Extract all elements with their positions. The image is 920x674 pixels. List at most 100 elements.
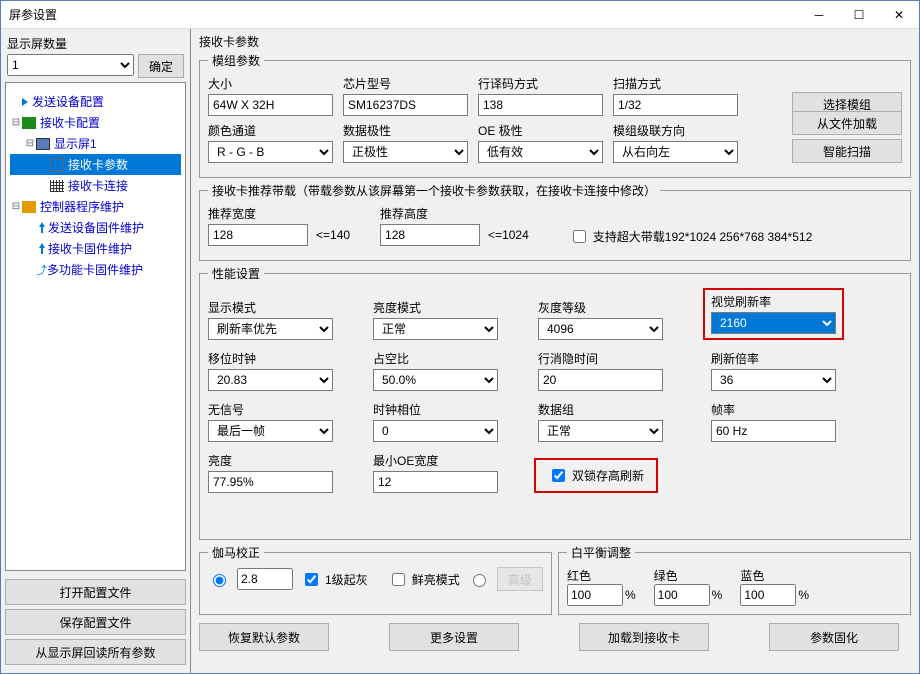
load-to-card-button[interactable]: 加载到接收卡: [579, 623, 709, 651]
titlebar: 屏参设置 ─ ☐ ✕: [1, 1, 919, 29]
rec-h-input[interactable]: [380, 224, 480, 246]
confirm-button[interactable]: 确定: [138, 54, 184, 78]
chip-field: [343, 94, 468, 116]
minoe-label: 最小OE宽度: [373, 452, 498, 469]
scan-label: 扫描方式: [613, 75, 738, 92]
upload-icon: [36, 243, 48, 255]
wb-b-input[interactable]: [740, 584, 796, 606]
perf-legend: 性能设置: [208, 265, 264, 282]
bright-mode-select[interactable]: 正常: [373, 318, 498, 340]
lum-label: 亮度: [208, 452, 333, 469]
tree-screen1[interactable]: ⊟显示屏1: [10, 133, 181, 154]
share-icon: ⤴: [36, 262, 47, 278]
main-title: 接收卡参数: [199, 33, 911, 50]
nosig-select[interactable]: 最后一帧: [208, 420, 333, 442]
fps-label: 帧率: [711, 401, 836, 418]
duty-label: 占空比: [373, 350, 498, 367]
restore-default-button[interactable]: 恢复默认参数: [199, 623, 329, 651]
refresh-label: 视觉刷新率: [711, 293, 836, 310]
cascade-select[interactable]: 从右向左: [613, 141, 738, 163]
rec-w-max: <=140: [316, 228, 350, 242]
wb-b-label: 蓝色: [740, 567, 764, 584]
cascade-label: 模组级联方向: [613, 122, 738, 139]
chip-label: 芯片型号: [343, 75, 468, 92]
rec-w-input[interactable]: [208, 224, 308, 246]
read-all-button[interactable]: 从显示屏回读所有参数: [5, 639, 186, 665]
group-select[interactable]: 正常: [538, 420, 663, 442]
close-button[interactable]: ✕: [879, 1, 919, 29]
big-load-checkbox[interactable]: 支持超大带载192*1024 256*768 384*512: [569, 227, 812, 246]
datapol-select[interactable]: 正极性: [343, 141, 468, 163]
decode-label: 行译码方式: [478, 75, 603, 92]
screen-count-label: 显示屏数量: [7, 35, 184, 52]
param-fix-button[interactable]: 参数固化: [769, 623, 899, 651]
upload-icon: [36, 222, 48, 234]
nav-tree: 发送设备配置 ⊟接收卡配置 ⊟显示屏1 接收卡参数 接收卡连接 ⊟控制器程序维护…: [5, 82, 186, 571]
minimize-button[interactable]: ─: [799, 1, 839, 29]
tree-controller-maint[interactable]: ⊟控制器程序维护: [10, 196, 181, 217]
double-latch-checkbox[interactable]: 双锁存高刷新: [548, 466, 644, 485]
more-settings-button[interactable]: 更多设置: [389, 623, 519, 651]
wb-r-label: 红色: [567, 567, 591, 584]
gamma-radio[interactable]: [208, 571, 229, 587]
gamma-input[interactable]: [237, 568, 293, 590]
blank-label: 行消隐时间: [538, 350, 663, 367]
nosig-label: 无信号: [208, 401, 333, 418]
module-legend: 模组参数: [208, 52, 264, 69]
advanced-button: 高级: [497, 567, 543, 591]
tree-recv-params[interactable]: 接收卡参数: [10, 154, 181, 175]
group-label: 数据组: [538, 401, 663, 418]
lum-field: [208, 471, 333, 493]
blank-input[interactable]: [538, 369, 663, 391]
duty-select[interactable]: 50.0%: [373, 369, 498, 391]
one-level-checkbox[interactable]: 1级起灰: [301, 570, 368, 589]
oe-label: OE 极性: [478, 122, 603, 139]
datapol-label: 数据极性: [343, 122, 468, 139]
rec-w-label: 推荐宽度: [208, 205, 350, 222]
wb-g-input[interactable]: [654, 584, 710, 606]
tree-send-config[interactable]: 发送设备配置: [10, 91, 181, 112]
shift-select[interactable]: 20.83: [208, 369, 333, 391]
gray-select[interactable]: 4096: [538, 318, 663, 340]
disp-mode-select[interactable]: 刷新率优先: [208, 318, 333, 340]
main-panel: 接收卡参数 模组参数 大小 芯片型号 行译码方式 扫描方式 选择模组 颜色通道R…: [191, 29, 919, 673]
fps-field: [711, 420, 836, 442]
refresh-select[interactable]: 2160: [711, 312, 836, 334]
gamma-group: 伽马校正 1级起灰 鲜亮模式 高级: [199, 544, 552, 615]
sidebar: 显示屏数量 1 确定 发送设备配置 ⊟接收卡配置 ⊟显示屏1 接收卡参数 接收卡…: [1, 29, 191, 673]
grid-icon: [50, 180, 64, 192]
color-select[interactable]: R - G - B: [208, 141, 333, 163]
controller-icon: [22, 201, 36, 213]
size-label: 大小: [208, 75, 333, 92]
tree-recv-fw[interactable]: 接收卡固件维护: [10, 238, 181, 259]
tree-recv-conn[interactable]: 接收卡连接: [10, 175, 181, 196]
module-params-group: 模组参数 大小 芯片型号 行译码方式 扫描方式 选择模组 颜色通道R - G -…: [199, 52, 911, 178]
scan-field: [613, 94, 738, 116]
wb-r-input[interactable]: [567, 584, 623, 606]
save-config-button[interactable]: 保存配置文件: [5, 609, 186, 635]
wb-g-label: 绿色: [654, 567, 678, 584]
white-balance-group: 白平衡调整 红色% 绿色% 蓝色%: [558, 544, 911, 615]
phase-select[interactable]: 0: [373, 420, 498, 442]
rec-legend: 接收卡推荐带载（带载参数从该屏幕第一个接收卡参数获取，在接收卡连接中修改）: [208, 182, 660, 199]
arrow-icon: [22, 98, 28, 106]
maximize-button[interactable]: ☐: [839, 1, 879, 29]
screen-count-select[interactable]: 1: [7, 54, 134, 76]
load-from-file-button[interactable]: 从文件加载: [792, 111, 902, 135]
smart-scan-button[interactable]: 智能扫描: [792, 139, 902, 163]
oe-select[interactable]: 低有效: [478, 141, 603, 163]
card-icon: [22, 117, 36, 129]
minoe-field: [373, 471, 498, 493]
recommended-load-group: 接收卡推荐带载（带载参数从该屏幕第一个接收卡参数获取，在接收卡连接中修改） 推荐…: [199, 182, 911, 261]
mult-select[interactable]: 36: [711, 369, 836, 391]
tree-send-fw[interactable]: 发送设备固件维护: [10, 217, 181, 238]
vivid-checkbox[interactable]: 鲜亮模式: [388, 570, 460, 589]
gray-label: 灰度等级: [538, 299, 663, 316]
tree-multi-fw[interactable]: ⤴多功能卡固件维护: [10, 259, 181, 280]
tree-recv-config[interactable]: ⊟接收卡配置: [10, 112, 181, 133]
disp-mode-label: 显示模式: [208, 299, 333, 316]
open-config-button[interactable]: 打开配置文件: [5, 579, 186, 605]
adv-radio[interactable]: [468, 571, 489, 587]
screen-icon: [36, 138, 50, 150]
rec-h-max: <=1024: [488, 228, 529, 242]
